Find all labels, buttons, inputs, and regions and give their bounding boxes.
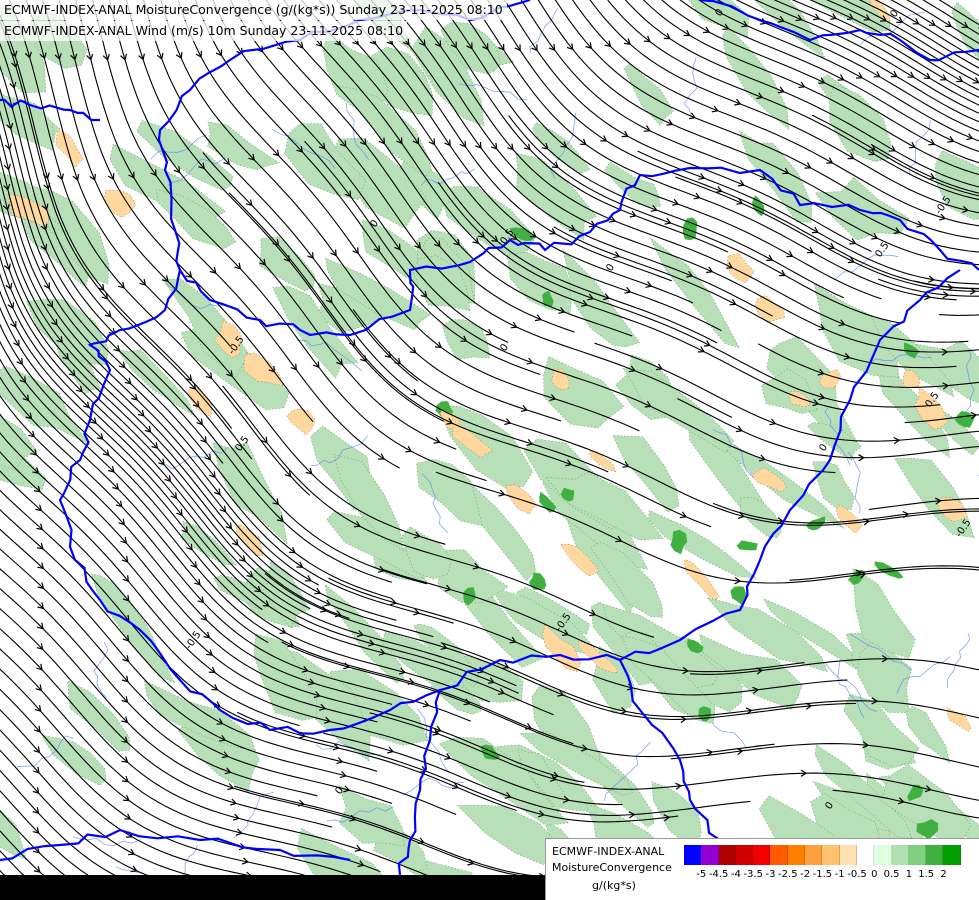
legend-swatch (770, 845, 788, 865)
legend-swatch (839, 845, 857, 865)
legend-tick: -4 (730, 869, 741, 880)
color-legend: ECMWF-INDEX-ANAL MoistureConvergence g/(… (545, 838, 979, 900)
legend-tick: -1 (834, 869, 845, 880)
legend-unit-label: g/(kg*s) (592, 879, 636, 892)
legend-swatch (856, 845, 875, 865)
legend-swatch (684, 845, 702, 865)
legend-swatch (753, 845, 771, 865)
legend-tick: -4.5 (708, 869, 729, 880)
legend-swatch (718, 845, 736, 865)
legend-swatch (805, 845, 823, 865)
legend-tick: 0.5 (883, 869, 900, 880)
bottom-black-bar (0, 875, 545, 900)
legend-tick-labels: -5 -4.5 -4 -3.5 -3 -2.5 -2 -1.5 -1 -0.5 0 0.5 1 1.5 2 (684, 869, 978, 883)
legend-tick: -3 (765, 869, 776, 880)
legend-tick: -3.5 (743, 869, 763, 880)
legend-swatch (701, 845, 719, 865)
legend-swatch (943, 845, 961, 865)
legend-swatch (787, 845, 806, 865)
legend-swatch (822, 845, 840, 865)
legend-tick: -2.5 (778, 869, 798, 880)
legend-swatch (874, 845, 892, 865)
legend-tick: -5 (696, 869, 707, 880)
legend-tick: -1.5 (812, 869, 833, 880)
legend-swatch (735, 845, 754, 865)
legend-tick: 0 (871, 869, 878, 880)
legend-tick: 2 (940, 869, 947, 880)
map-title-moisture: ECMWF-INDEX-ANAL MoistureConvergence (g/… (0, 0, 507, 20)
moisture-convergence-map: 0-0.50.5-0.50.500.5-0.50.5-0.5000000-0.5 (0, 0, 979, 900)
map-title-wind: ECMWF-INDEX-ANAL Wind (m/s) 10m Sunday 2… (0, 21, 408, 41)
legend-tick: -2 (800, 869, 811, 880)
legend-parameter-label: MoistureConvergence (552, 861, 672, 874)
legend-swatch (891, 845, 909, 865)
legend-tick: -0.5 (847, 869, 867, 880)
legend-color-scale (684, 845, 961, 865)
legend-tick: 1 (905, 869, 913, 880)
legend-tick: 1.5 (918, 869, 935, 880)
legend-swatch (926, 845, 944, 865)
legend-model-label: ECMWF-INDEX-ANAL (552, 845, 665, 858)
legend-swatch (908, 845, 927, 865)
